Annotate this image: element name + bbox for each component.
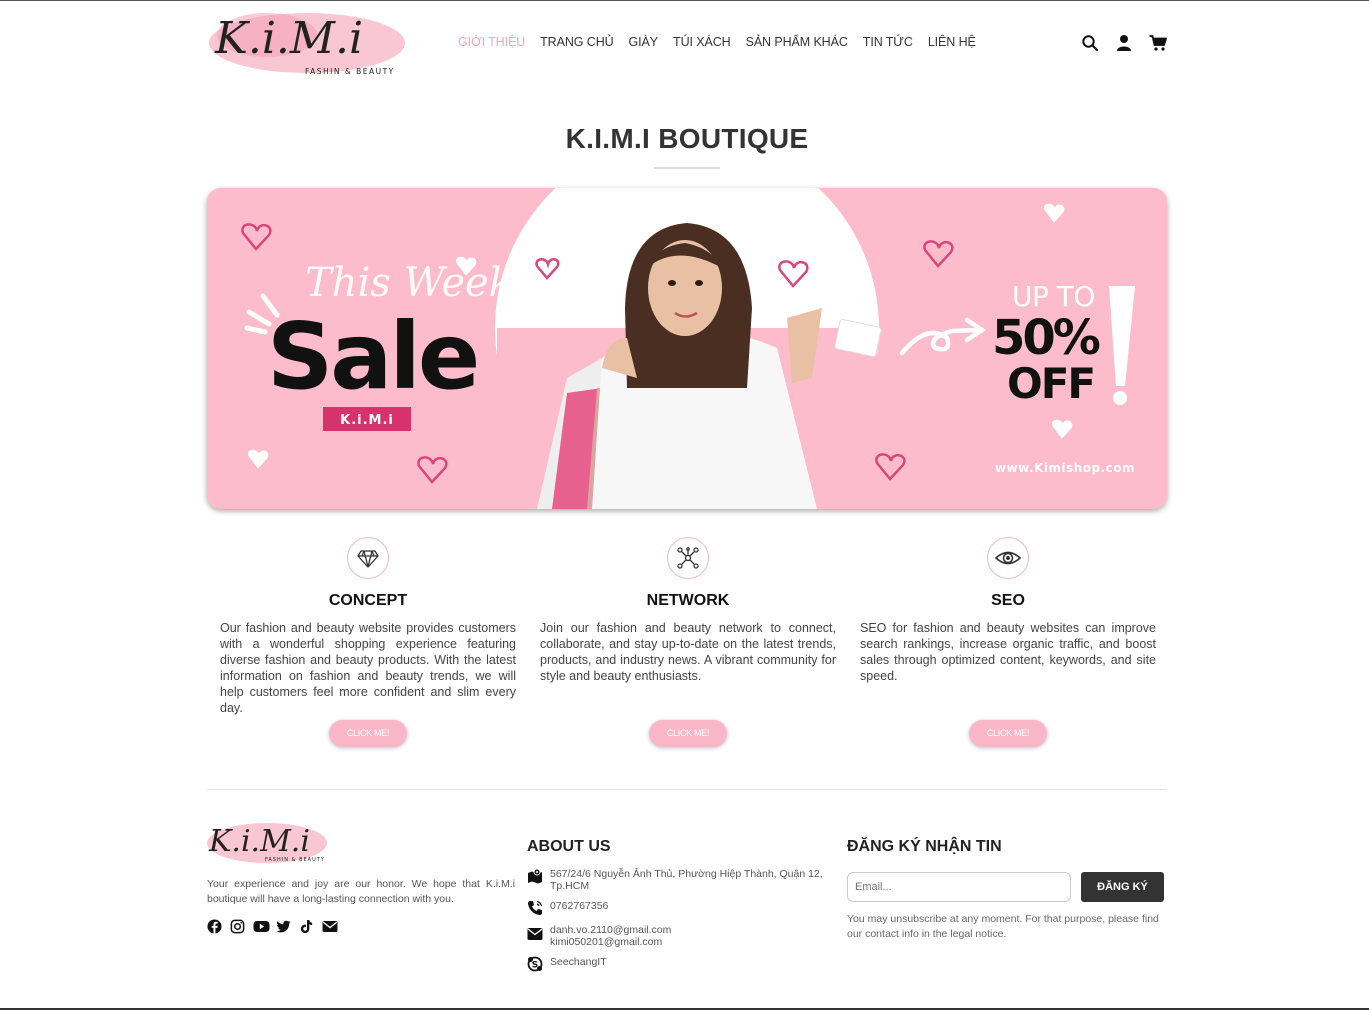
site-logo[interactable]: K.i.M.i FASHIN & BEAUTY xyxy=(207,5,412,77)
feature-text: Our fashion and beauty website provides … xyxy=(220,621,516,715)
page-title-section: K.I.M.I BOUTIQUE xyxy=(207,123,1167,169)
map-icon xyxy=(527,868,543,884)
nav-san-pham-khac[interactable]: SẢN PHẨM KHÁC xyxy=(746,35,848,49)
title-underline xyxy=(654,167,720,169)
address-row: 567/24/6 Nguyễn Ảnh Thủ, Phường Hiệp Thà… xyxy=(527,868,837,892)
svg-text:UP TO: UP TO xyxy=(1012,280,1095,313)
feature-text: Join our fashion and beauty network to c… xyxy=(540,621,836,683)
twitter-icon[interactable] xyxy=(276,919,291,934)
legal-notice: You may unsubscribe at any moment. For t… xyxy=(847,913,1159,940)
header-actions xyxy=(1081,34,1167,52)
cart-icon[interactable] xyxy=(1149,34,1167,52)
search-icon[interactable] xyxy=(1081,34,1099,52)
feature-seo: SEO SEO for fashion and beauty websites … xyxy=(860,537,1156,747)
svg-text:FASHIN & BEAUTY: FASHIN & BEAUTY xyxy=(265,857,325,863)
feature-title: SEO xyxy=(991,592,1025,609)
svg-text:Sale: Sale xyxy=(267,303,477,410)
email-list: danh.vo.2110@gmail.com kimi050201@gmail.… xyxy=(550,924,671,948)
svg-text:OFF: OFF xyxy=(1007,359,1094,408)
feature-title: CONCEPT xyxy=(328,592,408,609)
features-section: CONCEPT Our fashion and beauty website p… xyxy=(207,537,1167,757)
svg-text:www.Kimishop.com: www.Kimishop.com xyxy=(995,461,1135,475)
user-icon[interactable] xyxy=(1115,34,1133,52)
email-primary[interactable]: danh.vo.2110@gmail.com xyxy=(550,924,671,936)
feature-text: SEO for fashion and beauty websites can … xyxy=(860,621,1156,683)
footer-logo[interactable]: K.i.M.i FASHIN & BEAUTY xyxy=(207,819,329,865)
footer-about-col: K.i.M.i FASHIN & BEAUTY Your experience … xyxy=(207,819,517,934)
phone-text[interactable]: 0762767356 xyxy=(550,900,608,912)
feature-network: NETWORK Join our fashion and beauty netw… xyxy=(540,537,836,747)
feature-title: NETWORK xyxy=(646,592,730,609)
phone-icon xyxy=(527,900,543,916)
site-footer: K.i.M.i FASHIN & BEAUTY Your experience … xyxy=(207,819,1167,999)
nav-tin-tuc[interactable]: TIN TỨC xyxy=(863,35,913,49)
network-icon xyxy=(667,537,709,579)
eye-icon xyxy=(987,537,1029,579)
svg-text:50%: 50% xyxy=(992,310,1100,366)
about-us-heading: ABOUT US xyxy=(527,838,611,855)
footer-newsletter-col: ĐĂNG KÝ NHẬN TIN ĐĂNG KÝ You may unsubsc… xyxy=(847,819,1167,942)
svg-text:K.i.M.i: K.i.M.i xyxy=(208,824,310,859)
email-row: danh.vo.2110@gmail.com kimi050201@gmail.… xyxy=(527,924,837,948)
facebook-icon[interactable] xyxy=(207,919,222,934)
nav-tui-xach[interactable]: TÚI XÁCH xyxy=(673,35,731,49)
skype-icon: S xyxy=(527,956,543,972)
footer-divider xyxy=(207,789,1167,790)
feature-concept: CONCEPT Our fashion and beauty website p… xyxy=(220,537,516,747)
email-secondary[interactable]: kimi050201@gmail.com xyxy=(550,936,671,948)
skype-text[interactable]: SeechangIT xyxy=(550,956,607,968)
nav-trang-chu[interactable]: TRANG CHỦ xyxy=(540,35,614,49)
envelope-icon xyxy=(527,927,543,943)
svg-text:K.i.M.i: K.i.M.i xyxy=(214,13,363,64)
skype-row: S SeechangIT xyxy=(527,956,837,972)
svg-text:FASHIN & BEAUTY: FASHIN & BEAUTY xyxy=(305,67,395,76)
instagram-icon[interactable] xyxy=(230,919,245,934)
youtube-icon[interactable] xyxy=(253,919,270,934)
svg-text:S: S xyxy=(532,961,538,971)
nav-gioi-thieu[interactable]: GIỚI THIỆU xyxy=(458,35,525,49)
nav-lien-he[interactable]: LIÊN HỆ xyxy=(928,35,976,49)
email-input[interactable] xyxy=(847,872,1071,902)
newsletter-form: ĐĂNG KÝ xyxy=(847,872,1167,902)
footer-contact-col: ABOUT US 567/24/6 Nguyễn Ảnh Thủ, Phường… xyxy=(527,819,837,972)
newsletter-heading: ĐĂNG KÝ NHẬN TIN xyxy=(847,838,1002,855)
main-nav: GIỚI THIỆU TRANG CHỦ GIÀY TÚI XÁCH SẢN P… xyxy=(458,35,991,49)
sale-banner[interactable]: This Week Sale K.i.M.i UP TO 50% OFF www… xyxy=(207,188,1167,509)
svg-text:This Week: This Week xyxy=(305,260,513,306)
page-title: K.I.M.I BOUTIQUE xyxy=(565,123,809,154)
nav-giay[interactable]: GIÀY xyxy=(629,35,659,49)
diamond-icon xyxy=(347,537,389,579)
site-header: K.i.M.i FASHIN & BEAUTY GIỚI THIỆU TRANG… xyxy=(207,1,1167,85)
click-me-button[interactable]: CLICK ME! xyxy=(649,720,727,747)
svg-text:K.i.M.i: K.i.M.i xyxy=(340,413,394,428)
click-me-button[interactable]: CLICK ME! xyxy=(969,720,1047,747)
subscribe-button[interactable]: ĐĂNG KÝ xyxy=(1081,872,1164,902)
address-text: 567/24/6 Nguyễn Ảnh Thủ, Phường Hiệp Thà… xyxy=(550,868,823,892)
mail-icon[interactable] xyxy=(322,919,338,934)
click-me-button[interactable]: CLICK ME! xyxy=(329,720,407,747)
tiktok-icon[interactable] xyxy=(299,919,314,934)
social-links xyxy=(207,919,517,934)
phone-row: 0762767356 xyxy=(527,900,837,916)
footer-description: Your experience and joy are our honor. W… xyxy=(207,878,515,905)
